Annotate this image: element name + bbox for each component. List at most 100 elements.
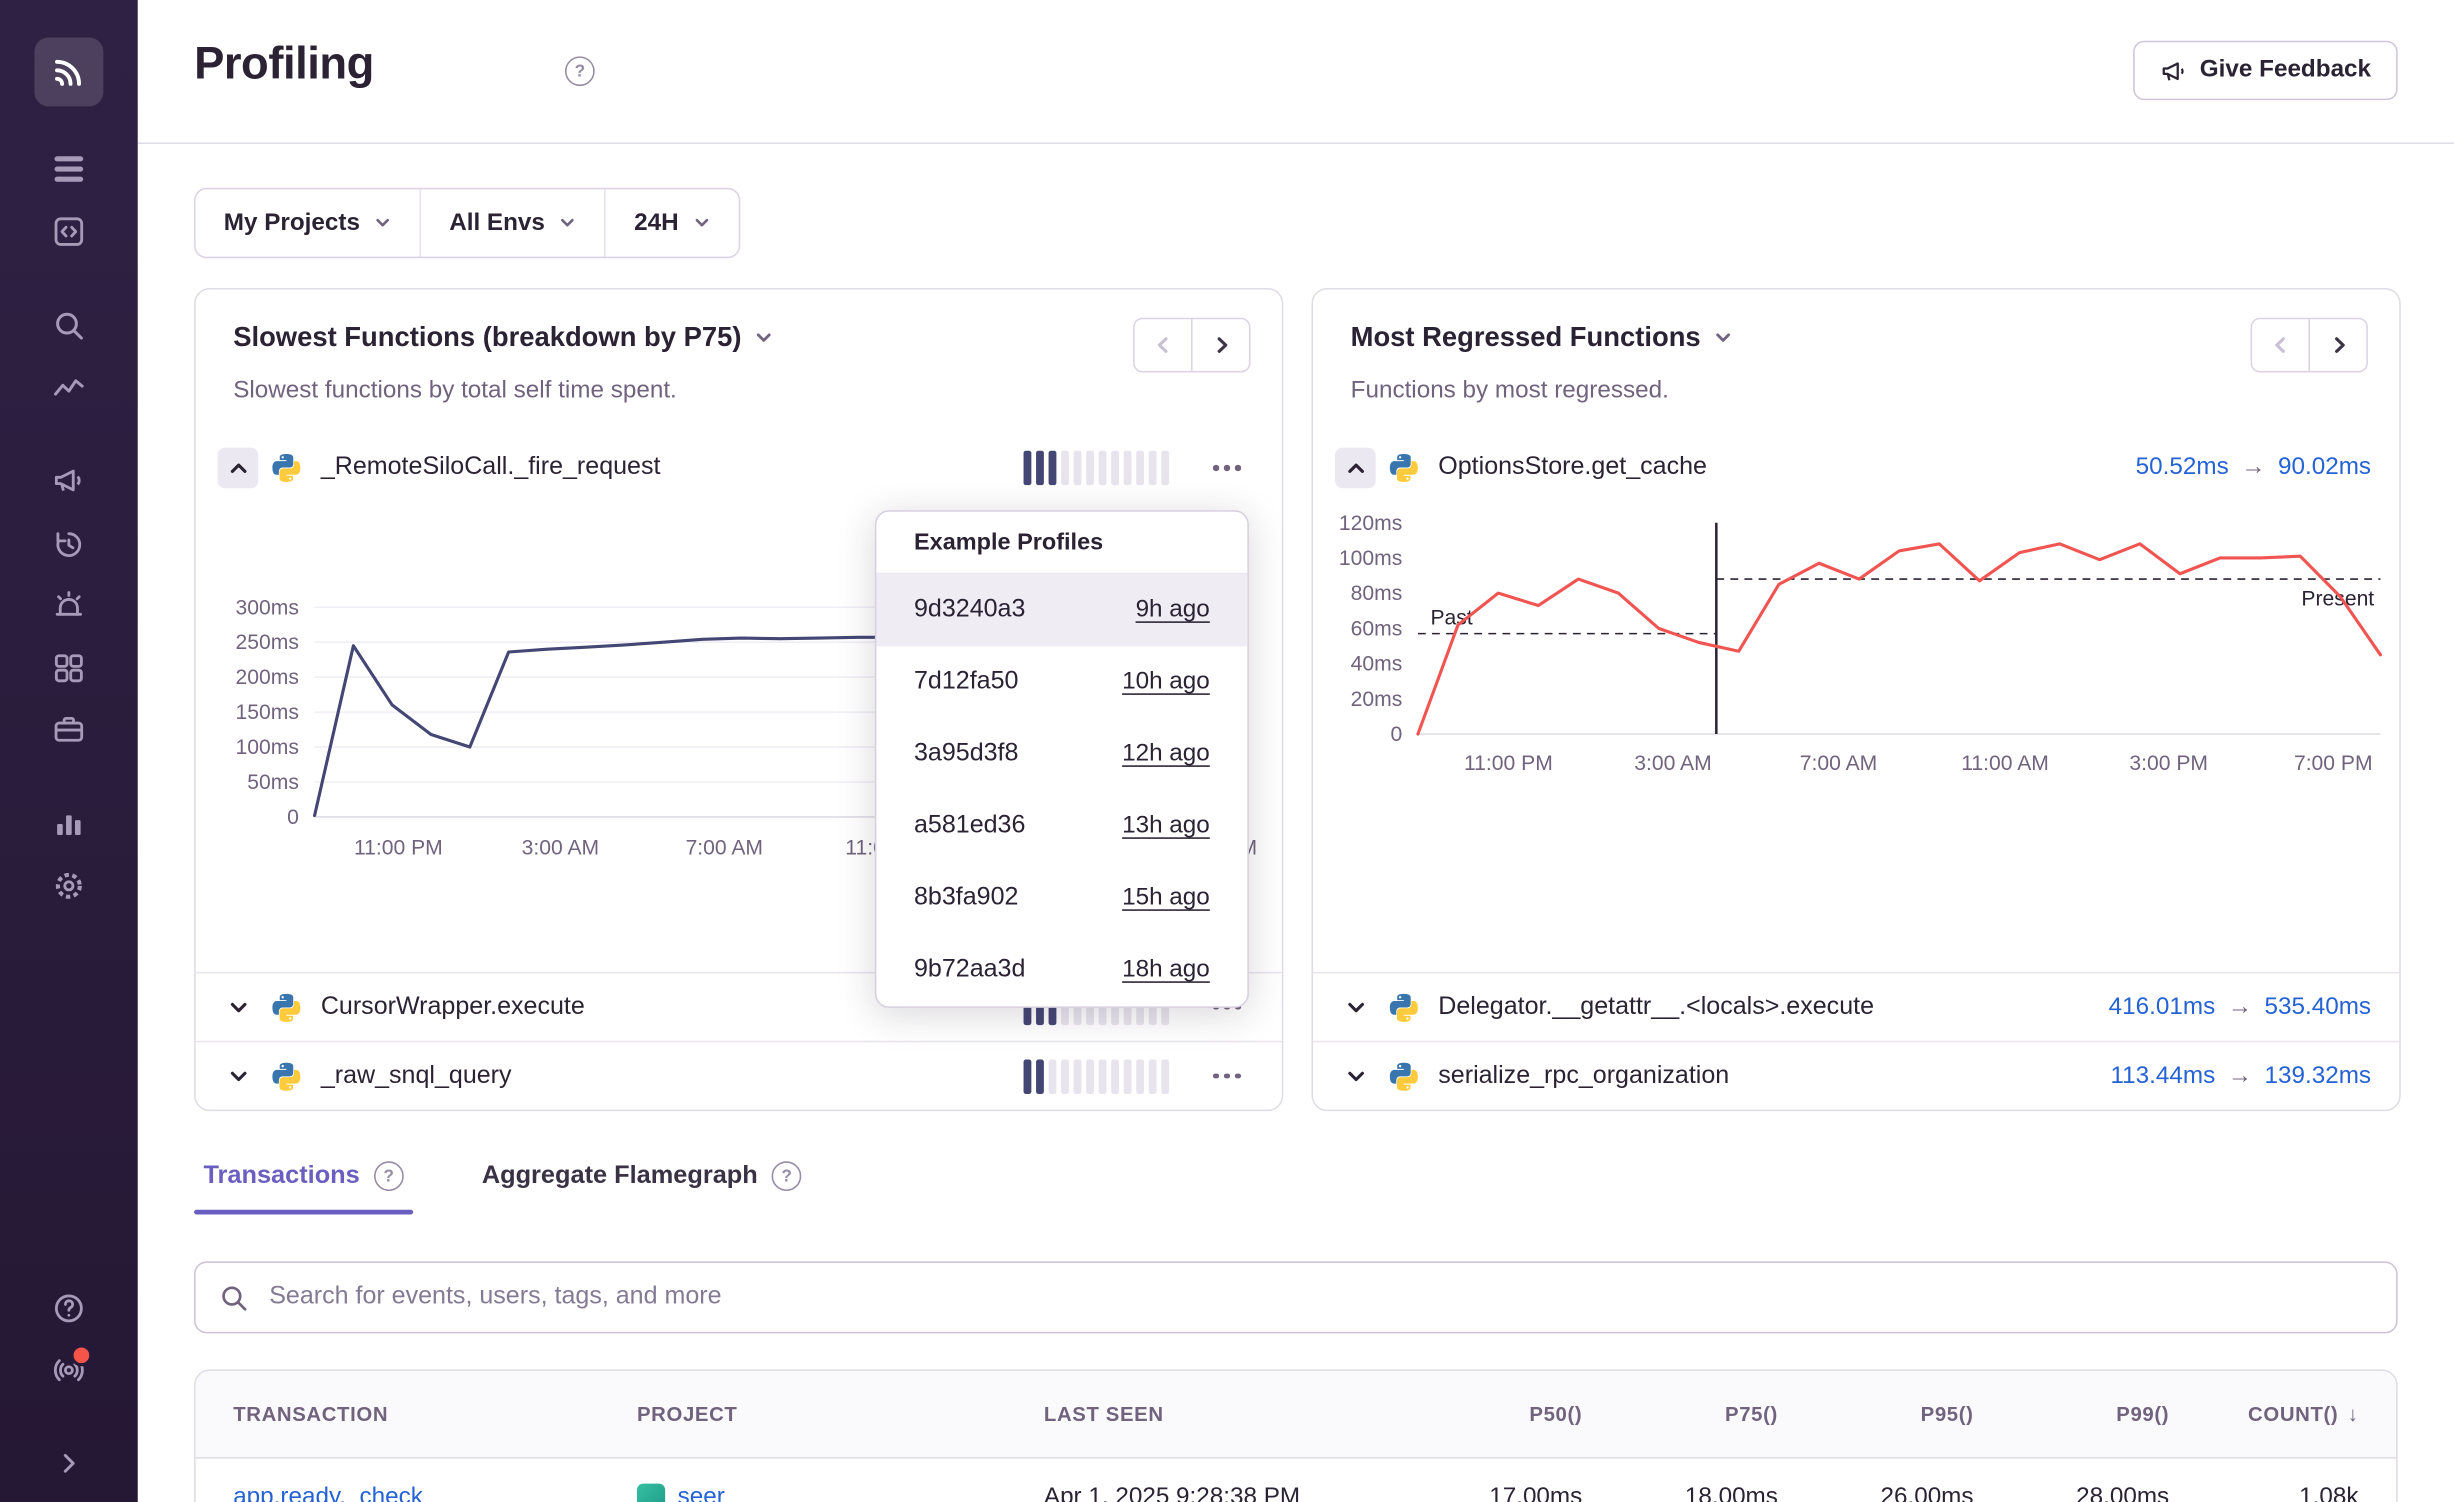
function-row[interactable]: Delegator.__getattr__.<locals>.execute 4… [1313,972,2399,1041]
previous-page-button[interactable] [1133,318,1192,373]
profile-id: 7d12fa50 [914,668,1018,696]
tab-aggregate-flamegraph[interactable]: Aggregate Flamegraph ? [472,1160,811,1215]
table-row[interactable]: app.ready._check seer Apr 1, 2025 9:28:3… [196,1459,2396,1502]
next-page-button[interactable] [2308,318,2367,373]
profile-time-link[interactable]: 10h ago [1122,668,1210,696]
sidebar-item-explore[interactable] [41,203,97,259]
svg-text:40ms: 40ms [1351,653,1403,676]
profile-id: 3a95d3f8 [914,740,1018,768]
sidebar-item-feedback[interactable] [41,452,97,508]
project-link[interactable]: seer [678,1484,725,1502]
function-name: serialize_rpc_organization [1438,1062,1729,1090]
expand-function-button[interactable] [1335,1056,1376,1097]
python-icon [1388,452,1419,483]
sidebar-item-search[interactable] [41,297,97,353]
sidebar-item-stats[interactable] [41,795,97,851]
regression-chart[interactable]: 020ms40ms60ms80ms100ms120ms11:00 PM3:00 … [1313,509,2399,806]
expand-function-button[interactable] [218,1056,259,1097]
column-header-p75[interactable]: P75() [1582,1402,1778,1425]
before-duration-link[interactable]: 113.44ms [2110,1062,2215,1090]
arrow-right-icon: → [2228,1062,2252,1090]
profile-id: 9d3240a3 [914,596,1025,624]
sidebar-item-alerts[interactable] [41,578,97,634]
tab-transactions-label: Transactions [203,1161,359,1191]
example-profile-row[interactable]: 9d3240a3 9h ago [876,574,1247,646]
column-header-project[interactable]: PROJECT [637,1402,1044,1425]
sidebar-item-issues[interactable] [41,141,97,197]
column-header-p50[interactable]: P50() [1387,1402,1583,1425]
most-regressed-card: Most Regressed Functions Functions by mo… [1312,288,2401,1111]
chevron-down-icon [754,328,773,347]
aggregate-help-icon[interactable]: ? [772,1161,802,1191]
sentry-logo[interactable] [34,38,103,107]
sidebar-item-replays[interactable] [41,516,97,572]
example-profile-row[interactable]: 7d12fa50 10h ago [876,646,1247,718]
sidebar-item-whats-new[interactable] [41,1341,97,1397]
chevron-left-icon [2270,335,2290,355]
example-profile-row[interactable]: 9b72aa3d 18h ago [876,934,1247,1006]
after-duration-link[interactable]: 535.40ms [2265,993,2372,1021]
function-row[interactable]: _raw_snql_query [196,1041,1282,1110]
more-options-button[interactable] [1200,1056,1253,1097]
column-header-last-seen[interactable]: LAST SEEN [1044,1402,1387,1425]
slowest-functions-title[interactable]: Slowest Functions (breakdown by P75) [233,321,773,354]
next-page-button[interactable] [1191,318,1250,373]
sidebar-item-dashboards[interactable] [41,640,97,696]
p75-value: 18.00ms [1582,1484,1778,1502]
column-header-count[interactable]: COUNT()↓ [2169,1402,2358,1425]
sidebar-item-help[interactable] [41,1280,97,1336]
megaphone-icon [2159,57,2186,84]
profile-time-link[interactable]: 13h ago [1122,812,1210,840]
project-filter-dropdown[interactable]: My Projects [196,189,421,256]
give-feedback-button[interactable]: Give Feedback [2133,41,2398,100]
function-row[interactable]: OptionsStore.get_cache 50.52ms → 90.02ms [1313,434,2399,503]
environment-filter-dropdown[interactable]: All Envs [421,189,606,256]
search-icon [50,307,88,345]
column-header-p99[interactable]: P99() [1974,1402,2170,1425]
tab-transactions[interactable]: Transactions ? [194,1160,413,1215]
search-input[interactable] [266,1282,2373,1313]
profile-time-link[interactable]: 9h ago [1136,596,1210,624]
insights-icon [50,369,88,407]
briefcase-icon [50,711,88,749]
date-range-dropdown[interactable]: 24H [606,189,738,256]
before-duration-link[interactable]: 416.01ms [2109,993,2216,1021]
collapse-function-button[interactable] [218,448,259,489]
sidebar-item-releases[interactable] [41,701,97,757]
profile-time-link[interactable]: 18h ago [1122,956,1210,984]
after-duration-link[interactable]: 90.02ms [2278,454,2371,482]
most-regressed-title-label: Most Regressed Functions [1351,321,1701,354]
more-options-button[interactable] [1200,448,1253,489]
collapse-function-button[interactable] [1335,448,1376,489]
transactions-help-icon[interactable]: ? [374,1161,404,1191]
previous-page-button[interactable] [2251,318,2310,373]
svg-text:20ms: 20ms [1351,688,1403,711]
sidebar-item-settings[interactable] [41,858,97,914]
chevron-down-icon [374,214,391,231]
before-duration-link[interactable]: 50.52ms [2136,454,2229,482]
sidebar-item-insights[interactable] [41,360,97,416]
column-header-transaction[interactable]: TRANSACTION [233,1402,637,1425]
after-duration-link[interactable]: 139.32ms [2265,1062,2372,1090]
example-profile-row[interactable]: a581ed36 13h ago [876,790,1247,862]
python-icon [271,991,302,1022]
transaction-link[interactable]: app.ready._check [233,1484,423,1502]
svg-text:3:00 AM: 3:00 AM [522,837,599,860]
example-profile-row[interactable]: 3a95d3f8 12h ago [876,718,1247,790]
search-bar[interactable] [194,1261,2398,1333]
page-help-icon[interactable]: ? [565,56,595,86]
environment-filter-label: All Envs [449,209,545,237]
expand-function-button[interactable] [1335,987,1376,1028]
sidebar-expand-button[interactable] [41,1435,97,1491]
svg-text:60ms: 60ms [1351,617,1403,640]
most-regressed-title[interactable]: Most Regressed Functions [1351,321,1732,354]
svg-text:0: 0 [287,806,299,829]
function-row[interactable]: _RemoteSiloCall._fire_request [196,434,1282,503]
example-profile-row[interactable]: 8b3fa902 15h ago [876,862,1247,934]
sort-desc-icon: ↓ [2348,1402,2359,1425]
profile-time-link[interactable]: 12h ago [1122,740,1210,768]
profile-time-link[interactable]: 15h ago [1122,884,1210,912]
function-row[interactable]: serialize_rpc_organization 113.44ms → 13… [1313,1041,2399,1110]
expand-function-button[interactable] [218,987,259,1028]
column-header-p95[interactable]: P95() [1778,1402,1974,1425]
